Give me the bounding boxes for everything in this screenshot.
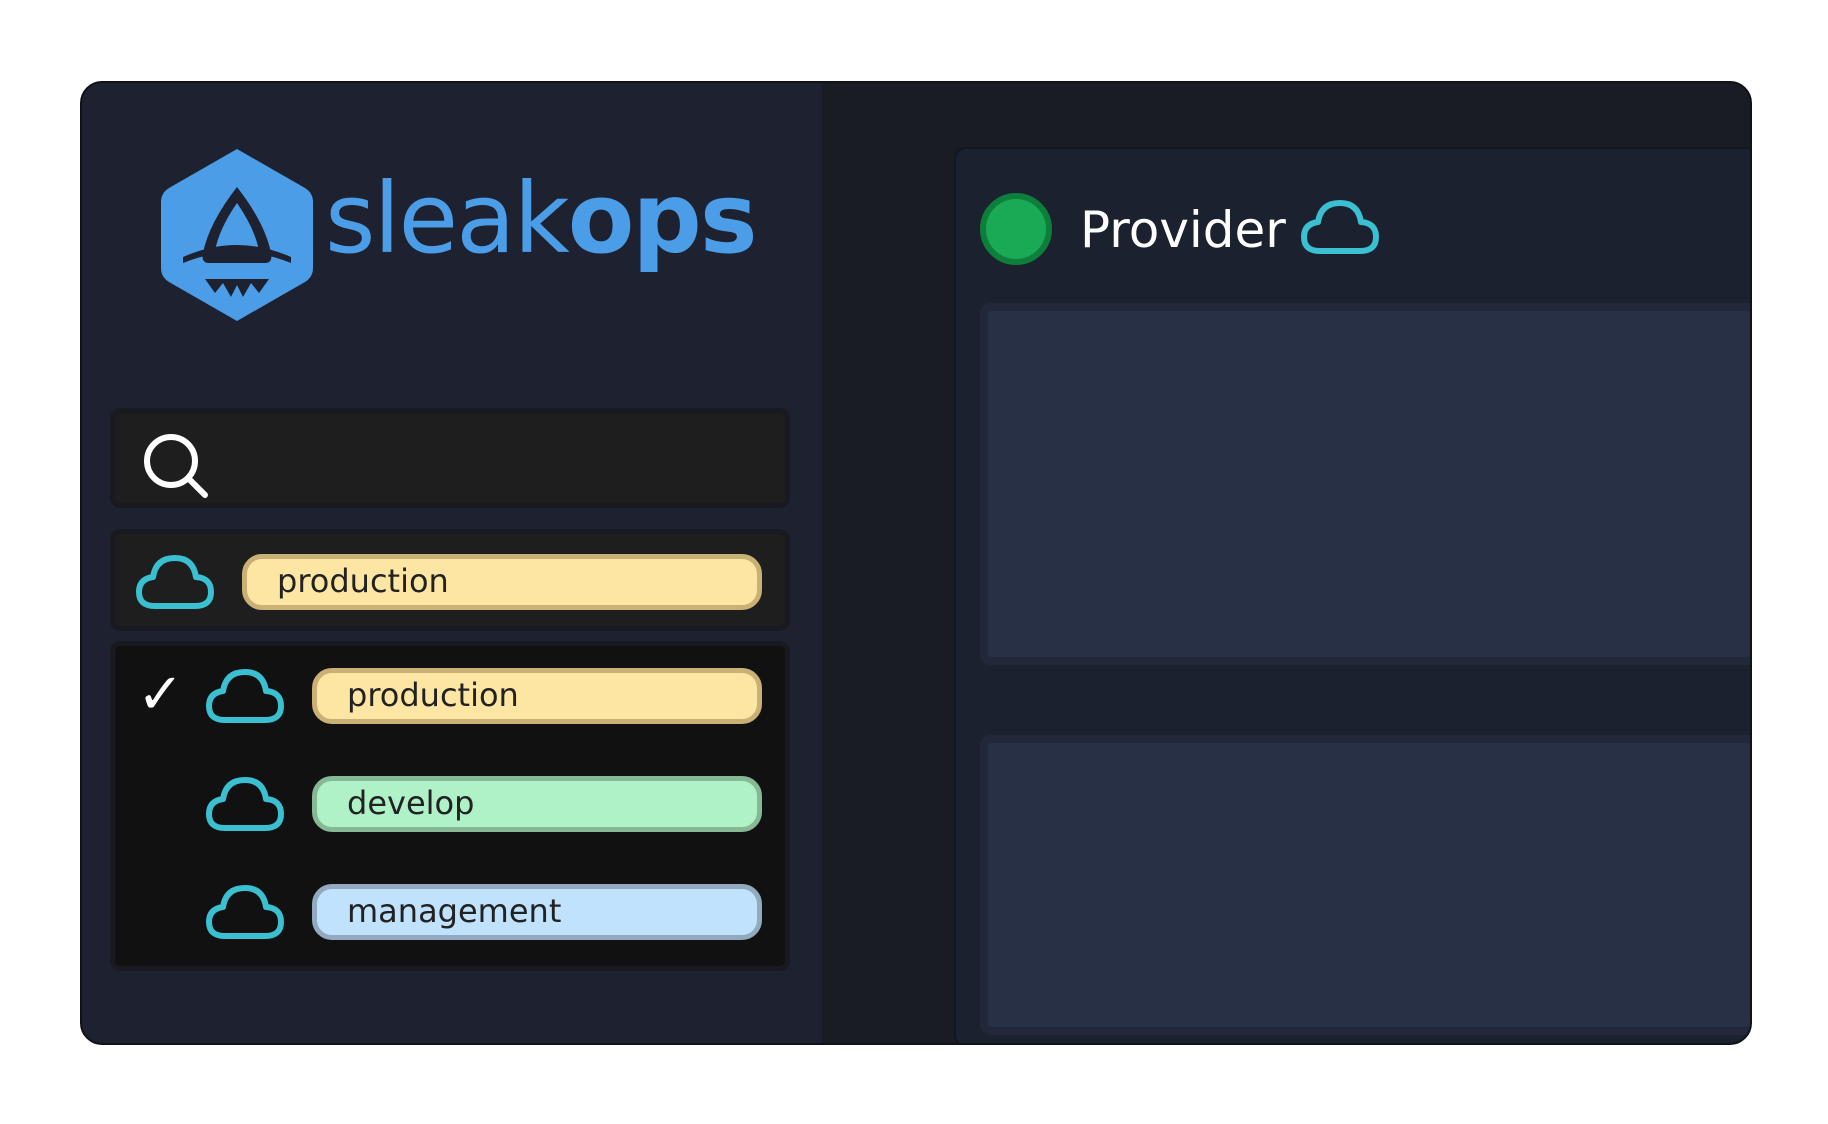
brand-logo: sleakops xyxy=(157,145,758,325)
environment-option-production[interactable]: ✓ production xyxy=(115,646,785,746)
content-card-top xyxy=(980,303,1750,665)
search-icon[interactable] xyxy=(141,431,211,506)
sidebar: sleakops production ✓ production develop… xyxy=(82,83,822,1043)
brand-name-light: sleak xyxy=(325,162,570,275)
provider-panel: Provider xyxy=(954,147,1750,1043)
environment-badge: develop xyxy=(312,776,762,832)
environment-dropdown: ✓ production develop management xyxy=(110,641,790,971)
page-title: Provider xyxy=(1080,201,1286,259)
check-icon: ✓ xyxy=(137,662,184,727)
cloud-icon xyxy=(206,777,284,831)
app-window: sleakops production ✓ production develop… xyxy=(80,81,1752,1045)
cloud-icon xyxy=(1301,200,1379,254)
search-box[interactable] xyxy=(110,408,790,508)
cloud-icon xyxy=(206,669,284,723)
search-input[interactable] xyxy=(225,435,769,483)
environment-badge: management xyxy=(312,884,762,940)
status-dot-icon xyxy=(980,193,1052,265)
environment-badge: production xyxy=(312,668,762,724)
environment-option-management[interactable]: management xyxy=(115,862,785,962)
environment-option-develop[interactable]: develop xyxy=(115,754,785,854)
content-card-bottom xyxy=(980,735,1750,1035)
cloud-icon xyxy=(206,885,284,939)
brand-name-bold: ops xyxy=(567,162,758,275)
environment-badge-selected: production xyxy=(242,554,762,610)
cloud-icon xyxy=(136,555,214,609)
environment-select[interactable]: production xyxy=(110,529,790,631)
brand-name: sleakops xyxy=(325,159,758,279)
sleakops-logo-icon xyxy=(161,149,313,321)
